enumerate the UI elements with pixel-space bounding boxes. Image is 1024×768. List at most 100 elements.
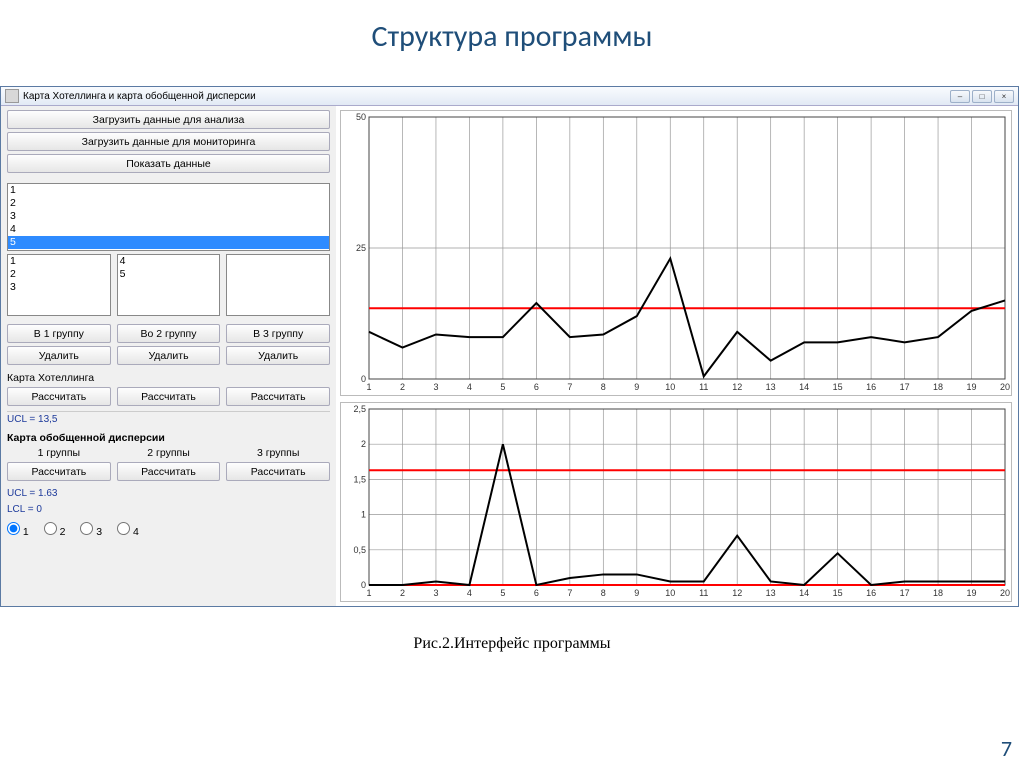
minimize-button[interactable]: – [950,90,970,103]
svg-text:7: 7 [567,382,572,392]
svg-text:6: 6 [534,588,539,598]
svg-text:6: 6 [534,382,539,392]
list-item[interactable]: 4 [8,223,329,236]
slide-title: Структура программы [0,0,1024,71]
app-icon [5,89,19,103]
calc-h2-button[interactable]: Рассчитать [117,387,221,406]
list-item[interactable]: 3 [8,210,329,223]
lcl-dispersion: LCL = 0 [7,502,330,515]
radio-4[interactable]: 4 [117,526,139,538]
show-data-button[interactable]: Показать данные [7,154,330,173]
svg-text:2: 2 [361,439,366,449]
delete3-button[interactable]: Удалить [226,346,330,365]
dispersion-label: Карта обобщенной дисперсии [7,432,330,444]
svg-text:2: 2 [400,588,405,598]
svg-text:15: 15 [833,588,843,598]
ucl-dispersion: UCL = 1.63 [7,486,330,499]
svg-text:15: 15 [833,382,843,392]
svg-text:8: 8 [601,382,606,392]
close-button[interactable]: × [994,90,1014,103]
svg-text:10: 10 [665,382,675,392]
grp1-label: 1 группы [7,447,111,459]
svg-text:1: 1 [366,382,371,392]
svg-text:4: 4 [467,382,472,392]
delete1-button[interactable]: Удалить [7,346,111,365]
svg-text:13: 13 [766,588,776,598]
svg-text:25: 25 [356,243,366,253]
list-item[interactable]: 4 [118,255,220,268]
calc-d1-button[interactable]: Рассчитать [7,462,111,481]
svg-text:12: 12 [732,382,742,392]
load-analysis-button[interactable]: Загрузить данные для анализа [7,110,330,129]
svg-text:13: 13 [766,382,776,392]
calc-h1-button[interactable]: Рассчитать [7,387,111,406]
hotelling-label: Карта Хотеллинга [7,372,330,384]
svg-text:11: 11 [699,382,708,392]
svg-text:16: 16 [866,588,876,598]
radio-3[interactable]: 3 [80,526,102,538]
list-item[interactable]: 5 [118,268,220,281]
list-item[interactable]: 2 [8,268,110,281]
svg-text:5: 5 [500,588,505,598]
list-item[interactable]: 1 [8,255,110,268]
svg-text:9: 9 [634,588,639,598]
figure-caption: Рис.2.Интерфейс программы [0,635,1024,653]
svg-text:5: 5 [500,382,505,392]
slide-number: 7 [1001,735,1012,762]
radio-2[interactable]: 2 [44,526,66,538]
svg-text:7: 7 [567,588,572,598]
calc-d3-button[interactable]: Рассчитать [226,462,330,481]
radio-1[interactable]: 1 [7,526,29,538]
calc-d2-button[interactable]: Рассчитать [117,462,221,481]
group2-listbox[interactable]: 45 [117,254,221,316]
list-item[interactable]: 2 [8,197,329,210]
svg-text:1: 1 [361,510,366,520]
hotelling-chart: 025501234567891011121314151617181920 [340,110,1012,396]
list-item[interactable]: 3 [8,281,110,294]
svg-text:16: 16 [866,382,876,392]
svg-text:12: 12 [732,588,742,598]
svg-text:18: 18 [933,382,943,392]
svg-text:19: 19 [967,382,977,392]
radio-group: 1 2 3 4 [7,522,330,538]
svg-text:9: 9 [634,382,639,392]
dispersion-chart: 00,511,522,51234567891011121314151617181… [340,402,1012,602]
load-monitor-button[interactable]: Загрузить данные для мониторинга [7,132,330,151]
app-window: Карта Хотеллинга и карта обобщенной дисп… [0,86,1019,607]
svg-text:1,5: 1,5 [353,474,366,484]
maximize-button[interactable]: □ [972,90,992,103]
svg-text:14: 14 [799,382,809,392]
titlebar: Карта Хотеллинга и карта обобщенной дисп… [1,87,1018,106]
to-group3-button[interactable]: В 3 группу [226,324,330,343]
svg-text:14: 14 [799,588,809,598]
svg-text:20: 20 [1000,588,1010,598]
svg-text:10: 10 [665,588,675,598]
svg-text:18: 18 [933,588,943,598]
group1-listbox[interactable]: 123 [7,254,111,316]
ucl-hotelling: UCL = 13,5 [7,411,330,425]
to-group1-button[interactable]: В 1 группу [7,324,111,343]
svg-text:0,5: 0,5 [353,545,366,555]
svg-text:2: 2 [400,382,405,392]
svg-text:8: 8 [601,588,606,598]
svg-text:2,5: 2,5 [353,404,366,414]
delete2-button[interactable]: Удалить [117,346,221,365]
svg-text:17: 17 [900,588,910,598]
svg-text:3: 3 [433,588,438,598]
svg-text:4: 4 [467,588,472,598]
svg-text:19: 19 [967,588,977,598]
main-listbox[interactable]: 12345 [7,183,330,251]
list-item[interactable]: 1 [8,184,329,197]
svg-text:0: 0 [361,580,366,590]
svg-text:3: 3 [433,382,438,392]
svg-text:11: 11 [699,588,708,598]
list-item[interactable]: 5 [8,236,329,249]
svg-text:50: 50 [356,112,366,122]
calc-h3-button[interactable]: Рассчитать [226,387,330,406]
svg-text:17: 17 [900,382,910,392]
window-title: Карта Хотеллинга и карта обобщенной дисп… [23,91,256,102]
svg-text:0: 0 [361,374,366,384]
to-group2-button[interactable]: Во 2 группу [117,324,221,343]
grp2-label: 2 группы [117,447,221,459]
group3-listbox[interactable] [226,254,330,316]
